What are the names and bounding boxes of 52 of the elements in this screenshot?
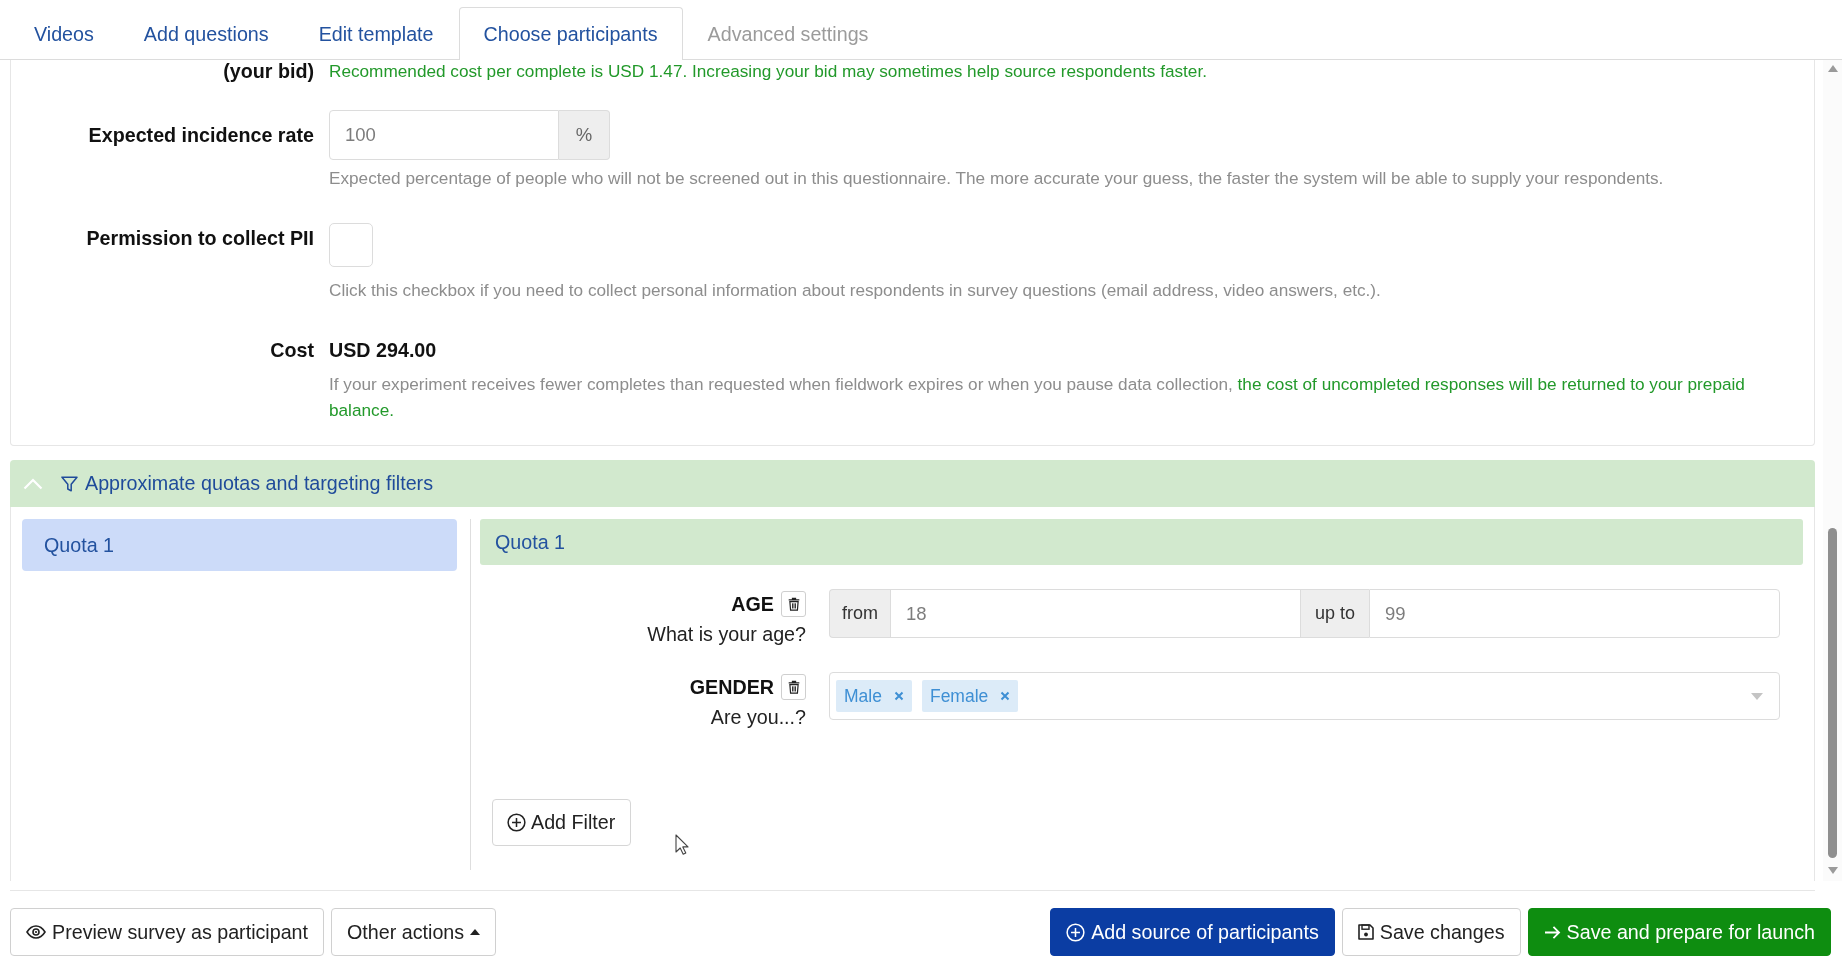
field-label: (your bid) — [222, 60, 314, 82]
scrollbar-thumb[interactable] — [1828, 528, 1837, 858]
delete-filter-button[interactable] — [781, 591, 806, 617]
eye-icon — [26, 925, 46, 939]
filter-question: Are you...? — [709, 705, 806, 730]
preview-button[interactable]: Preview survey as participant — [10, 908, 325, 956]
scroll-down-icon[interactable] — [1828, 867, 1838, 874]
range-to-field[interactable]: 99 — [1369, 589, 1780, 638]
caret-up-icon — [470, 929, 481, 935]
tab[interactable]: Videos — [9, 7, 119, 60]
tab[interactable]: Edit template — [293, 7, 459, 60]
field-label: Permission to collect PII — [85, 226, 314, 251]
trash-icon — [787, 597, 800, 611]
delete-filter-button[interactable] — [781, 674, 806, 700]
field-label: Cost — [269, 339, 314, 361]
range-from-field[interactable]: 18 — [890, 589, 1301, 638]
tag-label: Female — [929, 685, 989, 707]
help-text: Click this checkbox if you need to collect personal information about respondents in survey questions (email address, video answers, etc.). — [329, 279, 1382, 301]
filter-name: AGE — [731, 592, 774, 616]
caret-down-icon[interactable] — [1751, 692, 1763, 700]
actions-menu-button[interactable]: Other actions — [331, 908, 497, 956]
mouse-cursor-icon — [675, 834, 689, 856]
incidence-rate-field[interactable]: 100 — [329, 110, 559, 160]
remove-icon[interactable] — [893, 691, 904, 701]
quota-header: Quota 1 — [480, 519, 1803, 565]
save-button[interactable]: Save changes — [1341, 908, 1521, 956]
arrow-right-icon — [1543, 924, 1561, 940]
scroll-up-icon[interactable] — [1828, 65, 1838, 72]
recommendation-text: Recommended cost per complete is USD 1.47. Increasing your bid may sometimes help source respondents faster. — [329, 60, 1208, 82]
cost-value: USD 294.00 — [329, 339, 438, 361]
launch-button[interactable]: Save and prepare for launch — [1527, 908, 1831, 956]
add-source-button[interactable]: Add source of participants — [1050, 908, 1335, 956]
field-label: Expected incidence rate — [87, 124, 314, 146]
filter-icon — [61, 475, 78, 492]
checkbox[interactable] — [329, 223, 373, 267]
tag-label: Male — [844, 685, 882, 707]
tab[interactable]: Choose participants — [458, 7, 683, 60]
tab[interactable]: Add questions — [118, 7, 294, 60]
help-text: If your experiment receives fewer completes than requested when fieldwork expires or when you pause data collection, the cost of uncompleted responses will be returned to your prepaid balance. — [329, 373, 1746, 422]
remove-icon[interactable] — [1000, 691, 1011, 701]
quota-item[interactable]: Quota 1 — [22, 519, 457, 571]
trash-icon — [787, 680, 800, 694]
filter-question: What is your age? — [646, 622, 806, 647]
plus-circle-icon — [1066, 922, 1086, 942]
plus-circle-icon — [507, 813, 526, 832]
help-text: Expected percentage of people who will not be screened out in this questionnaire. The more accurate your guess, the faster the system will be able to supply your respondents. — [329, 167, 1665, 189]
input-addon: from — [829, 589, 890, 638]
input-addon: % — [559, 110, 610, 160]
input-addon: up to — [1301, 589, 1369, 638]
filter-name: GENDER — [689, 675, 774, 699]
accordion-header[interactable]: Approximate quotas and targeting filters — [10, 460, 1815, 507]
add-filter-button[interactable]: Add Filter — [492, 799, 632, 846]
